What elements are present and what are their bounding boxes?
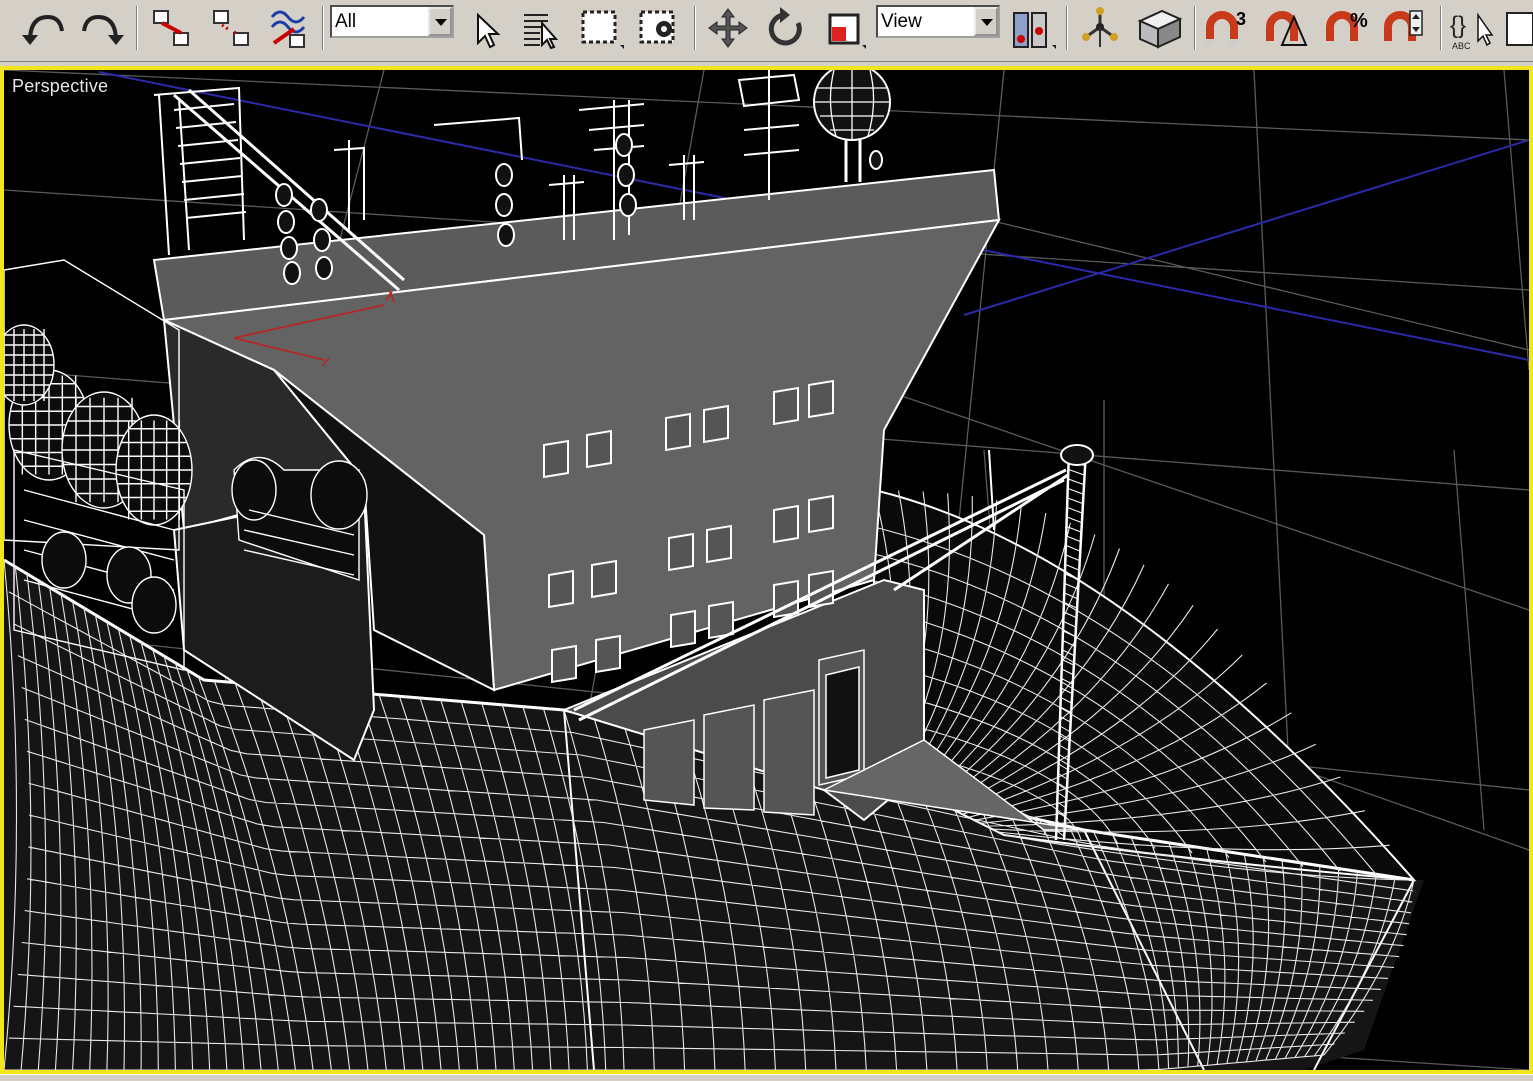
deckhouse-window xyxy=(668,532,694,572)
select-and-move-button[interactable] xyxy=(704,5,752,51)
perspective-viewport[interactable]: Perspective xyxy=(0,66,1533,1074)
viewport-scene[interactable] xyxy=(4,70,1529,1070)
deckhouse-window xyxy=(595,634,621,674)
deckhouse-window xyxy=(773,386,799,426)
select-object-icon xyxy=(477,12,501,49)
redo-icon xyxy=(82,14,124,45)
reference-coordinate-dropdown[interactable]: View xyxy=(876,5,1000,38)
redo-button[interactable] xyxy=(78,5,126,51)
selection-filter-dropdown[interactable]: All xyxy=(330,5,454,38)
undo-icon xyxy=(22,14,64,45)
viewport-label[interactable]: Perspective xyxy=(12,76,108,97)
select-and-link-icon xyxy=(153,10,189,46)
snaps-toggle-button[interactable]: 3 xyxy=(1202,5,1254,51)
window-crossing-button[interactable] xyxy=(634,5,684,51)
snaps-toggle-icon: 3 xyxy=(1206,9,1246,45)
rectangular-selection-region-button[interactable] xyxy=(576,5,626,51)
select-and-rotate-icon xyxy=(768,7,802,46)
deckhouse-window xyxy=(543,439,569,479)
mirror-button[interactable] xyxy=(1503,5,1533,51)
chevron-down-icon[interactable] xyxy=(974,7,998,36)
angle-snap-icon xyxy=(1266,11,1308,46)
percent-snap-icon: % xyxy=(1326,10,1368,41)
selection-filter-value: All xyxy=(335,11,357,32)
deckhouse-window xyxy=(551,644,577,684)
select-and-rotate-button[interactable] xyxy=(762,5,810,51)
edit-named-label: ABC xyxy=(1452,41,1471,51)
select-and-scale-button[interactable] xyxy=(820,5,868,51)
spinner-snap-icon xyxy=(1384,10,1423,41)
spinner-snap-button[interactable] xyxy=(1380,5,1432,51)
edit-named-selection-button[interactable]: {} ABC xyxy=(1448,5,1498,51)
deckhouse-window xyxy=(808,379,834,419)
unlink-selection-button[interactable] xyxy=(208,5,256,51)
deckhouse-window xyxy=(670,609,696,649)
cargo-tank xyxy=(115,414,193,526)
svg-text:{}: {} xyxy=(1450,12,1466,39)
window-crossing-icon xyxy=(639,10,675,44)
use-pivot-center-button[interactable] xyxy=(1008,5,1058,51)
edit-named-selection-icon: {} ABC xyxy=(1450,12,1494,51)
reference-coordinate-value: View xyxy=(881,11,922,32)
undo-button[interactable] xyxy=(20,5,68,51)
select-and-move-icon xyxy=(708,8,748,48)
deckhouse-window xyxy=(586,429,612,469)
select-and-manipulate-icon xyxy=(1082,7,1118,47)
deckhouse-window xyxy=(773,504,799,544)
main-toolbar: All View 3 % {} ABC xyxy=(0,0,1533,62)
select-object-button[interactable] xyxy=(468,5,504,51)
keyboard-shortcut-override-icon xyxy=(1137,9,1183,49)
bind-to-space-warp-button[interactable] xyxy=(266,5,314,51)
keyboard-shortcut-override-button[interactable] xyxy=(1134,5,1186,51)
snap-angle-label: 3 xyxy=(1236,9,1246,29)
percent-snap-label: % xyxy=(1350,10,1368,32)
deckhouse-window xyxy=(548,569,574,609)
rectangular-selection-region-icon xyxy=(581,10,624,49)
select-by-name-button[interactable] xyxy=(518,5,566,51)
select-by-name-icon xyxy=(524,14,559,50)
angle-snap-button[interactable] xyxy=(1262,5,1314,51)
deckhouse-window xyxy=(665,412,691,452)
use-pivot-center-icon xyxy=(1013,12,1056,49)
deckhouse-window xyxy=(591,559,617,599)
deckhouse-window xyxy=(706,524,732,564)
deckhouse-window xyxy=(808,494,834,534)
select-and-link-button[interactable] xyxy=(148,5,196,51)
chevron-down-icon[interactable] xyxy=(428,7,452,36)
bind-to-space-warp-icon xyxy=(270,10,306,48)
unlink-selection-icon xyxy=(213,10,249,46)
percent-snap-button[interactable]: % xyxy=(1322,5,1374,51)
mirror-icon xyxy=(1506,12,1533,46)
select-and-scale-icon xyxy=(828,13,866,49)
select-and-manipulate-button[interactable] xyxy=(1076,5,1124,51)
deckhouse-window xyxy=(703,404,729,444)
